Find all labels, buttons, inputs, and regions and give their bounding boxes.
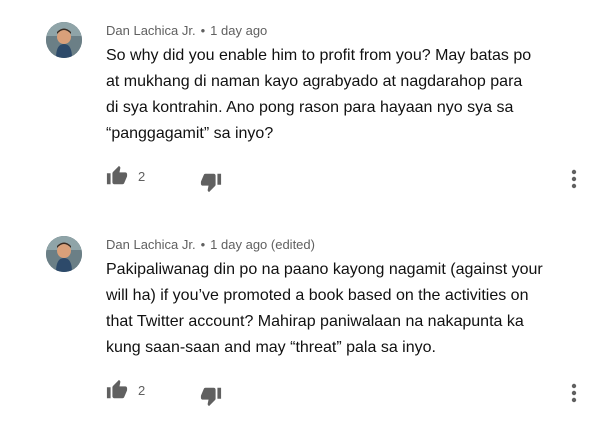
comment-timestamp[interactable]: 1 day ago (edited) <box>210 237 315 252</box>
meta-separator: • <box>200 23 206 38</box>
comment-line: that Twitter account? Mahirap paniwalaan… <box>106 313 524 330</box>
like-count: 2 <box>138 169 146 184</box>
more-vert-icon <box>571 383 577 403</box>
thumbs-up-icon <box>106 379 128 399</box>
like-button[interactable] <box>106 165 128 187</box>
avatar[interactable] <box>46 22 82 58</box>
comment-line: Pakipaliwanag din po na paano kayong nag… <box>106 261 543 278</box>
comment-line: at mukhang di naman kayo agrabyado at na… <box>106 73 523 90</box>
thumbs-down-icon <box>200 387 222 407</box>
comment-line: di sya kontrahin. Ano pong rason para ha… <box>106 99 514 116</box>
comment-line: will ha) if you’ve promoted a book based… <box>106 287 529 304</box>
thumbs-down-icon <box>200 173 222 193</box>
like-count: 2 <box>138 383 146 398</box>
comment-line: kung saan-saan and may “threat” pala sa … <box>106 339 436 356</box>
comment-line: So why did you enable him to profit from… <box>106 47 532 64</box>
dislike-button[interactable] <box>200 171 222 193</box>
comment-line: “panggagamit” sa inyo? <box>106 125 274 142</box>
comment-menu-button[interactable] <box>566 167 582 191</box>
dislike-button[interactable] <box>200 385 222 407</box>
comment-timestamp[interactable]: 1 day ago <box>210 23 267 38</box>
author-name[interactable]: Dan Lachica Jr. <box>106 23 196 38</box>
more-vert-icon <box>571 169 577 189</box>
thumbs-up-icon <box>106 165 128 185</box>
like-button[interactable] <box>106 379 128 401</box>
author-name[interactable]: Dan Lachica Jr. <box>106 237 196 252</box>
comment-meta: Dan Lachica Jr. • 1 day ago (edited) <box>106 237 315 252</box>
comment-menu-button[interactable] <box>566 381 582 405</box>
comment-meta: Dan Lachica Jr. • 1 day ago <box>106 23 267 38</box>
comment-text: Pakipaliwanag din po na paano kayong nag… <box>106 257 576 361</box>
comment-text: So why did you enable him to profit from… <box>106 43 576 147</box>
avatar[interactable] <box>46 236 82 272</box>
meta-separator: • <box>200 237 206 252</box>
